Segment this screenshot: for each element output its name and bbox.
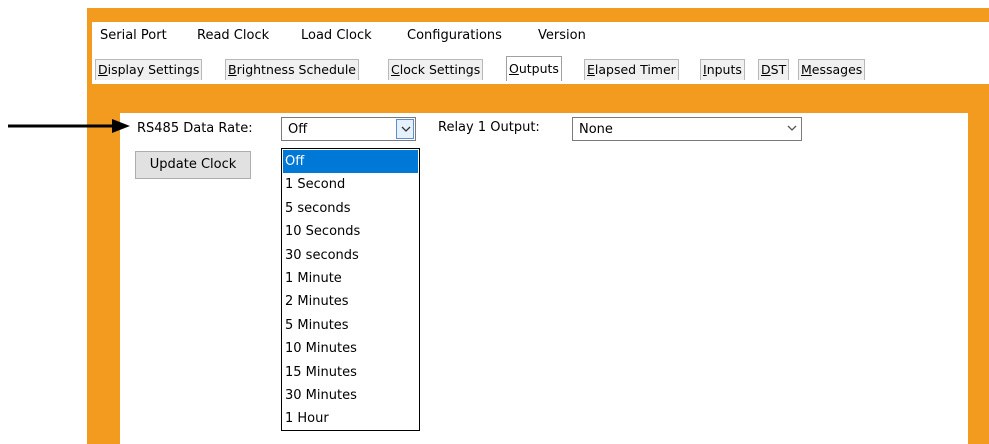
tab-dst[interactable]: DST <box>758 59 790 80</box>
rs485-data-rate-value: Off <box>288 122 308 137</box>
tab-elapsed-timer[interactable]: Elapsed Timer <box>584 59 679 80</box>
tab-label: utputs <box>518 61 559 76</box>
dropdown-option[interactable]: 2 Minutes <box>283 290 418 313</box>
menu-read-clock[interactable]: Read Clock <box>195 27 271 45</box>
tab-label: essages <box>811 62 863 77</box>
tab-mnemonic: B <box>228 62 237 77</box>
tab-mnemonic: O <box>509 61 519 76</box>
tab-brightness-schedule[interactable]: Brightness Schedule <box>225 59 359 80</box>
relay-1-output-value: None <box>579 122 613 137</box>
dropdown-option[interactable]: 5 Minutes <box>283 314 418 337</box>
chevron-down-icon[interactable] <box>782 119 800 139</box>
tab-clock-settings[interactable]: Clock Settings <box>388 59 484 80</box>
dropdown-option[interactable]: 10 Minutes <box>283 337 418 360</box>
tab-mnemonic: D <box>98 62 108 77</box>
dropdown-option[interactable]: Off <box>283 150 418 173</box>
annotation-arrow-icon <box>8 119 130 133</box>
tab-mnemonic: M <box>801 62 812 77</box>
tab-mnemonic: E <box>587 62 595 77</box>
chevron-down-icon[interactable] <box>396 119 414 139</box>
dropdown-option[interactable]: 15 Minutes <box>283 361 418 384</box>
menu-version[interactable]: Version <box>536 27 588 45</box>
tab-strip: Display Settings Brightness Schedule Clo… <box>92 48 989 84</box>
tab-label: lapsed Timer <box>594 62 676 77</box>
tab-outputs[interactable]: Outputs <box>506 56 562 81</box>
dropdown-option[interactable]: 1 Hour <box>283 407 418 430</box>
relay-1-output-label: Relay 1 Output: <box>438 120 540 135</box>
tab-messages[interactable]: Messages <box>798 59 866 80</box>
menu-configurations[interactable]: Configurations <box>405 27 504 45</box>
dropdown-option[interactable]: 10 Seconds <box>283 220 418 243</box>
update-clock-button[interactable]: Update Clock <box>135 151 251 179</box>
menu-serial-port[interactable]: Serial Port <box>98 27 169 45</box>
tab-label: nputs <box>706 62 742 77</box>
dropdown-option[interactable]: 1 Second <box>283 173 418 196</box>
dropdown-option[interactable]: 30 seconds <box>283 244 418 267</box>
tab-label: rightness Schedule <box>236 62 356 77</box>
menu-bar: Serial Port Read Clock Load Clock Config… <box>92 22 989 48</box>
tab-label: lock Settings <box>399 62 481 77</box>
dropdown-option[interactable]: 30 Minutes <box>283 384 418 407</box>
dropdown-option[interactable]: 5 seconds <box>283 197 418 220</box>
tab-label: isplay Settings <box>107 62 200 77</box>
tab-mnemonic: C <box>391 62 400 77</box>
tab-label: ST <box>770 62 787 77</box>
rs485-data-rate-select[interactable]: Off <box>281 117 416 141</box>
relay-1-output-select[interactable]: None <box>572 117 802 141</box>
tab-mnemonic: D <box>761 62 771 77</box>
menu-load-clock[interactable]: Load Clock <box>299 27 374 45</box>
tab-inputs[interactable]: Inputs <box>700 59 745 80</box>
rs485-data-rate-dropdown-list[interactable]: Off 1 Second 5 seconds 10 Seconds 30 seconds… <box>281 148 420 431</box>
tab-display-settings[interactable]: Display Settings <box>95 59 203 80</box>
rs485-data-rate-label: RS485 Data Rate: <box>137 121 253 136</box>
dropdown-option[interactable]: 1 Minute <box>283 267 418 290</box>
